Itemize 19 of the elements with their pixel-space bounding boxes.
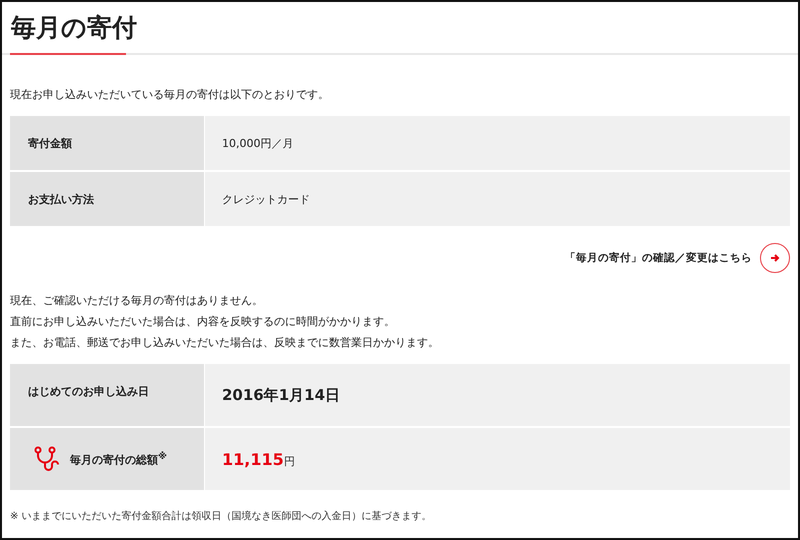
date-value: 2016年1月14日	[222, 386, 340, 404]
arrow-icon	[770, 253, 780, 263]
row-label: はじめてのお申し込み日	[28, 384, 149, 399]
intro-text: 現在お申し込みいただいている毎月の寄付は以下のとおりです。	[10, 87, 330, 102]
notice-text: 直前にお申し込みいただいた場合は、内容を反映するのに時間がかかります。	[10, 314, 396, 330]
row-value: クレジットカード	[222, 192, 310, 206]
footnote: ※ いままでにいただいた寄付金額合計は領収日（国境なき医師団への入金日）に基づきます。	[10, 510, 433, 523]
row-label: 寄付金額	[28, 136, 72, 150]
notice-text: また、お電話、郵送でお申し込みいただいた場合は、反映までに数営業日かかります。	[10, 335, 440, 351]
page-title: 毎月の寄付	[11, 12, 137, 44]
arrow-button[interactable]	[760, 243, 790, 273]
row-value: 10,000円／月	[222, 136, 294, 150]
row-label: お支払い方法	[28, 192, 94, 206]
notice-text: 現在、ご確認いただける毎月の寄付はありません。	[10, 293, 264, 309]
currency-unit: 円	[284, 454, 295, 468]
stethoscope-icon	[34, 445, 60, 473]
change-link[interactable]: 「毎月の寄付」の確認／変更はこちら	[565, 251, 752, 265]
total-amount: 11,115	[222, 450, 284, 468]
row-label: 毎月の寄付の総額$^{※}$	[70, 450, 167, 468]
